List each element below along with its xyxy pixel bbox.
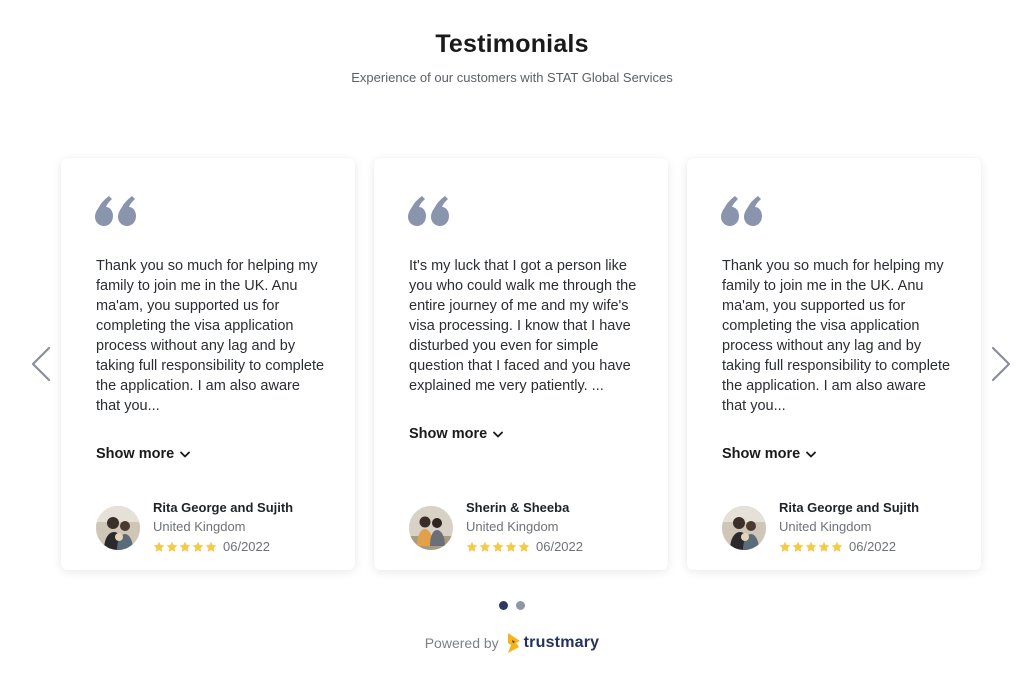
star-icon: [779, 541, 791, 552]
show-more-button[interactable]: Show more: [409, 426, 504, 442]
powered-by: Powered by trustmary: [0, 633, 1024, 653]
star-icon: [818, 541, 830, 552]
star-icon: [179, 541, 191, 552]
chevron-down-icon: [806, 451, 817, 457]
chevron-down-icon: [180, 451, 191, 457]
review-date: 06/2022: [536, 539, 583, 554]
testimonial-text: Thank you so much for helping my family …: [96, 258, 325, 414]
avatar: [722, 506, 766, 550]
show-more-label: Show more: [722, 446, 801, 462]
avatar: [409, 506, 453, 550]
rating-row: 06/2022: [466, 539, 583, 554]
star-icon: [831, 541, 843, 552]
star-icon: [153, 541, 165, 552]
testimonial-card: Thank you so much for helping my family …: [61, 158, 355, 570]
author-block: Rita George and Sujith United Kingdom 06…: [96, 498, 336, 554]
author-country: United Kingdom: [466, 519, 559, 534]
star-icon: [479, 541, 491, 552]
powered-by-label: Powered by: [424, 635, 499, 651]
quote-icon: [95, 196, 136, 226]
star-icon: [205, 541, 217, 552]
quote-icon: [408, 196, 449, 226]
pagination-dot[interactable]: [516, 601, 525, 610]
avatar: [96, 506, 140, 550]
author-country: United Kingdom: [153, 519, 246, 534]
author-country: United Kingdom: [779, 519, 872, 534]
rating-row: 06/2022: [779, 539, 896, 554]
testimonial-card: It's my luck that I got a person like yo…: [374, 158, 668, 570]
testimonial-text: It's my luck that I got a person like yo…: [409, 258, 637, 394]
chevron-right-icon[interactable]: [990, 346, 1012, 382]
testimonial-carousel: Thank you so much for helping my family …: [0, 150, 1024, 580]
star-icon: [792, 541, 804, 552]
show-more-label: Show more: [409, 426, 488, 442]
review-date: 06/2022: [849, 539, 896, 554]
star-icon: [166, 541, 178, 552]
chevron-down-icon: [493, 431, 504, 437]
star-icon: [805, 541, 817, 552]
chevron-left-icon[interactable]: [30, 346, 52, 382]
rating-row: 06/2022: [153, 539, 270, 554]
author-name: Sherin & Sheeba: [466, 500, 570, 515]
star-icon: [518, 541, 530, 552]
trustmary-link[interactable]: trustmary: [507, 633, 600, 653]
testimonial-card: Thank you so much for helping my family …: [687, 158, 981, 570]
star-icon: [192, 541, 204, 552]
brand-name: trustmary: [523, 634, 600, 651]
review-date: 06/2022: [223, 539, 270, 554]
star-rating: [779, 541, 843, 553]
previous-card-edge: [20, 158, 26, 578]
author-name: Rita George and Sujith: [779, 500, 920, 515]
page-subtitle: Experience of our customers with STAT Gl…: [351, 70, 673, 85]
star-icon: [466, 541, 478, 552]
author-name: Rita George and Sujith: [153, 500, 294, 515]
testimonial-text: Thank you so much for helping my family …: [722, 258, 951, 414]
author-block: Rita George and Sujith United Kingdom 06…: [722, 498, 962, 554]
carousel-pagination: [0, 601, 1024, 610]
star-rating: [153, 541, 217, 553]
show-more-label: Show more: [96, 446, 175, 462]
quote-icon: [721, 196, 762, 226]
star-icon: [505, 541, 517, 552]
show-more-button[interactable]: Show more: [96, 446, 191, 462]
page-title: Testimonials: [435, 30, 589, 58]
star-icon: [492, 541, 504, 552]
trustmary-logo-icon: [507, 633, 520, 653]
show-more-button[interactable]: Show more: [722, 446, 817, 462]
star-rating: [466, 541, 530, 553]
author-block: Sherin & Sheeba United Kingdom 06/2022: [409, 498, 649, 554]
pagination-dot[interactable]: [499, 601, 508, 610]
